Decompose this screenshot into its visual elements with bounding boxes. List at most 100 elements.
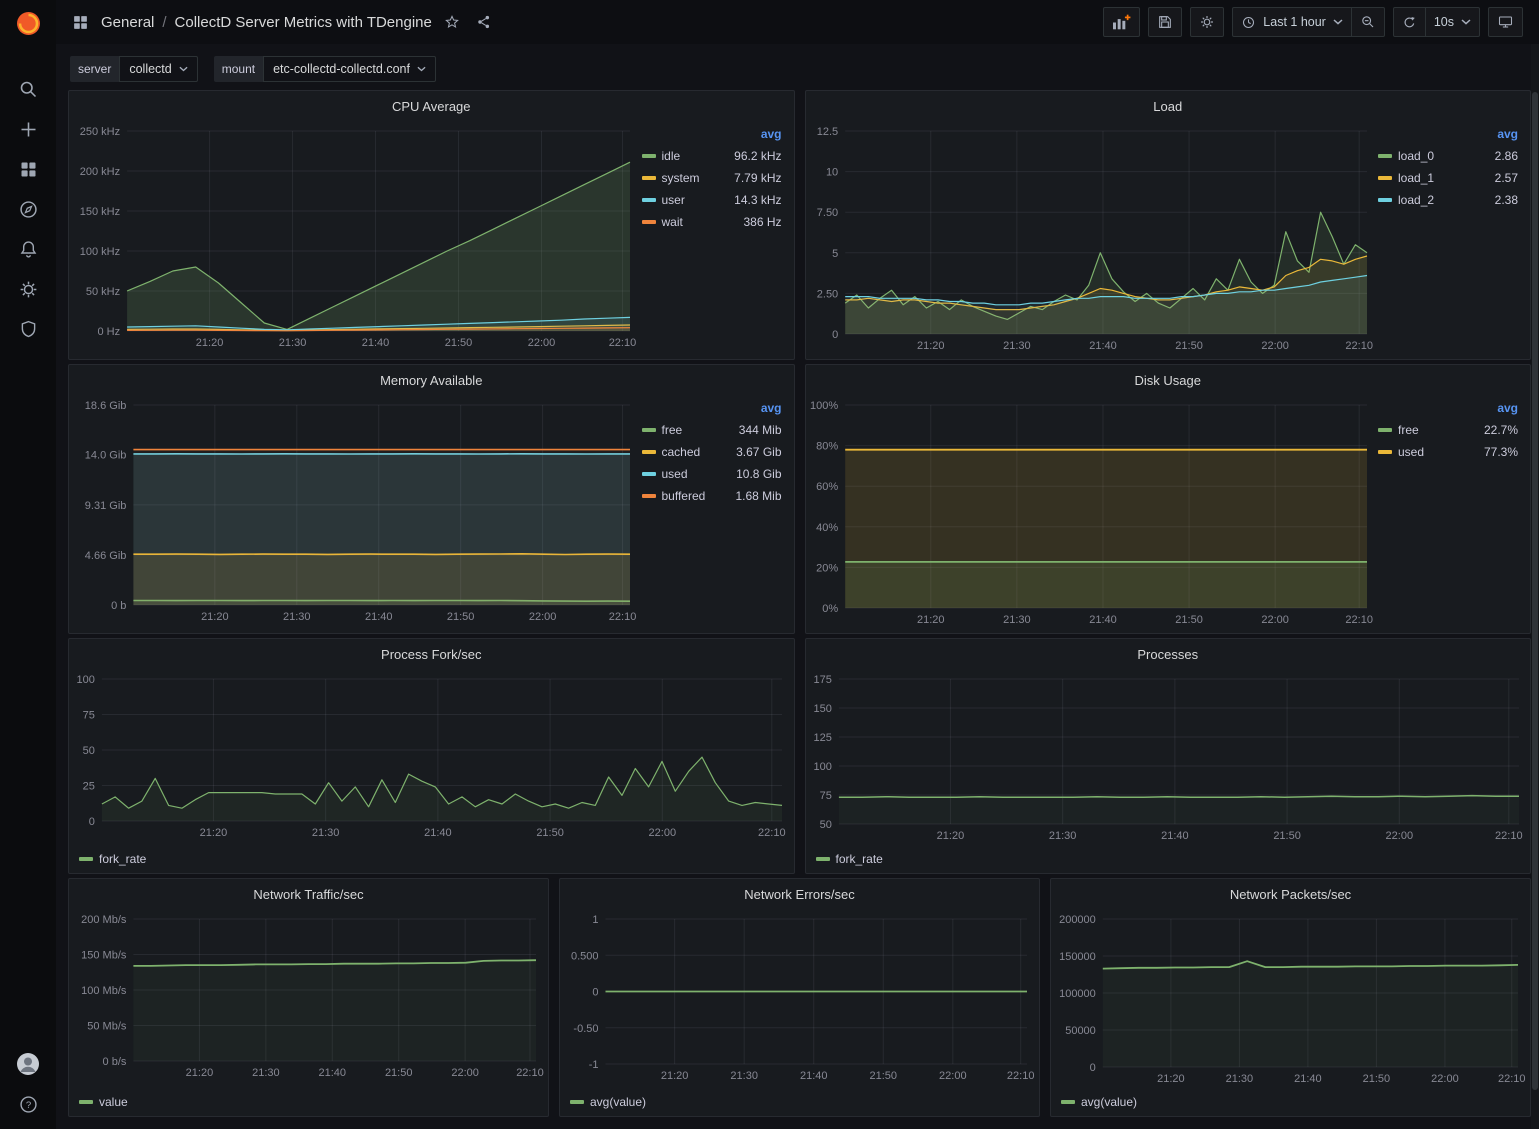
time-series-chart[interactable]: 507510012515017521:2021:3021:4021:5022:0…: [806, 669, 1531, 849]
legend-item[interactable]: load_0 2.86: [1378, 149, 1518, 163]
time-series-chart[interactable]: -1-0.5000.500121:2021:3021:4021:5022:002…: [560, 909, 1039, 1092]
series-name[interactable]: used: [1398, 445, 1424, 459]
series-name[interactable]: cached: [662, 445, 701, 459]
svg-text:80%: 80%: [816, 441, 838, 453]
legend-item[interactable]: buffered1.68 Mib: [642, 489, 782, 503]
explore-compass-icon[interactable]: [8, 194, 48, 224]
series-name[interactable]: load_2: [1398, 193, 1434, 207]
series-name[interactable]: free: [662, 423, 683, 437]
series-name[interactable]: value: [99, 1095, 128, 1109]
series-name[interactable]: buffered: [662, 489, 706, 503]
variable-value-dropdown[interactable]: collectd: [119, 56, 197, 82]
legend-item[interactable]: avg(value): [1061, 1095, 1137, 1109]
zoom-out-button[interactable]: [1351, 7, 1385, 37]
panel-title[interactable]: Memory Available: [69, 365, 794, 395]
series-color-dash: [1378, 176, 1392, 180]
dashboard-settings-button[interactable]: [1190, 7, 1224, 37]
time-series-chart[interactable]: 0 b4.66 Gib9.31 Gib14.0 Gib18.6 Gib21:20…: [69, 395, 642, 633]
user-avatar[interactable]: [8, 1049, 48, 1079]
page-scrollbar[interactable]: [1531, 44, 1539, 1129]
svg-text:21:20: 21:20: [200, 827, 228, 839]
legend-item[interactable]: idle 96.2 kHz: [642, 149, 782, 163]
create-plus-icon[interactable]: [8, 114, 48, 144]
cycle-view-button[interactable]: [1488, 7, 1523, 37]
time-series-chart[interactable]: 0%20%40%60%80%100%21:2021:3021:4021:5022…: [806, 395, 1379, 633]
series-name[interactable]: wait: [662, 215, 683, 229]
series-avg-value: 14.3 kHz: [734, 193, 781, 207]
refresh-interval-dropdown[interactable]: 10s: [1425, 7, 1480, 37]
dashboards-icon[interactable]: [8, 154, 48, 184]
time-series-chart[interactable]: 05000010000015000020000021:2021:3021:402…: [1051, 909, 1530, 1092]
svg-text:21:30: 21:30: [252, 1067, 280, 1079]
svg-text:21:40: 21:40: [1294, 1073, 1322, 1085]
series-name[interactable]: avg(value): [1081, 1095, 1137, 1109]
series-name[interactable]: load_1: [1398, 171, 1434, 185]
time-series-chart[interactable]: 025507510021:2021:3021:4021:5022:0022:10: [69, 669, 794, 849]
series-name[interactable]: idle: [662, 149, 681, 163]
legend-item[interactable]: fork_rate: [79, 852, 146, 866]
save-dashboard-button[interactable]: [1148, 7, 1182, 37]
svg-text:0 Hz: 0 Hz: [97, 326, 120, 338]
legend-item[interactable]: free 344 Mib: [642, 423, 782, 437]
svg-text:50 kHz: 50 kHz: [86, 286, 120, 298]
alerting-bell-icon[interactable]: [8, 234, 48, 264]
configuration-gear-icon[interactable]: [8, 274, 48, 304]
series-avg-value: 2.86: [1495, 149, 1518, 163]
scrollbar-thumb[interactable]: [1532, 92, 1538, 1090]
legend-item[interactable]: system7.79 kHz: [642, 171, 782, 185]
breadcrumb-dashboards-icon[interactable]: [68, 12, 93, 33]
panel-title[interactable]: Processes: [806, 639, 1531, 669]
grafana-logo[interactable]: [15, 10, 42, 40]
time-controls-group: Last 1 hour: [1232, 7, 1385, 37]
panel-title[interactable]: Network Packets/sec: [1051, 879, 1530, 909]
panel-title[interactable]: Network Errors/sec: [560, 879, 1039, 909]
series-name[interactable]: load_0: [1398, 149, 1434, 163]
legend-item[interactable]: used10.8 Gib: [642, 467, 782, 481]
time-series-chart[interactable]: 02.5057.501012.521:2021:3021:4021:5022:0…: [806, 121, 1379, 359]
svg-text:-0.50: -0.50: [573, 1023, 598, 1035]
star-icon[interactable]: [440, 12, 464, 32]
help-icon[interactable]: ?: [8, 1089, 48, 1119]
server-admin-shield-icon[interactable]: [8, 314, 48, 344]
series-color-dash: [1378, 428, 1392, 432]
refresh-button[interactable]: [1393, 7, 1426, 37]
series-avg-value: 96.2 kHz: [734, 149, 781, 163]
add-panel-button[interactable]: [1103, 7, 1140, 37]
legend-item[interactable]: fork_rate: [816, 852, 883, 866]
series-name[interactable]: used: [662, 467, 688, 481]
time-series-chart[interactable]: 0 b/s50 Mb/s100 Mb/s150 Mb/s200 Mb/s21:2…: [69, 909, 548, 1092]
legend-item[interactable]: avg(value): [570, 1095, 646, 1109]
search-icon[interactable]: [8, 74, 48, 104]
legend-item[interactable]: free22.7%: [1378, 423, 1518, 437]
panel-title[interactable]: Disk Usage: [806, 365, 1531, 395]
panel-title[interactable]: Load: [806, 91, 1531, 121]
variable-value-dropdown[interactable]: etc-collectd-collectd.conf: [263, 56, 436, 82]
time-series-chart[interactable]: 0 Hz50 kHz100 kHz150 kHz200 kHz250 kHz21…: [69, 121, 642, 359]
series-avg-value: 77.3%: [1484, 445, 1518, 459]
legend-item[interactable]: wait386 Hz: [642, 215, 782, 229]
panel-title[interactable]: Network Traffic/sec: [69, 879, 548, 909]
panel-title[interactable]: Process Fork/sec: [69, 639, 794, 669]
panel-title[interactable]: CPU Average: [69, 91, 794, 121]
sidebar-nav: [8, 74, 48, 344]
svg-text:21:20: 21:20: [661, 1070, 689, 1082]
series-name[interactable]: fork_rate: [836, 852, 883, 866]
legend-item[interactable]: cached3.67 Gib: [642, 445, 782, 459]
template-variables-bar: server collectd mount etc-collectd-colle…: [56, 44, 1539, 88]
series-name[interactable]: system: [662, 171, 700, 185]
share-icon[interactable]: [472, 12, 496, 32]
series-avg-value: 344 Mib: [739, 423, 782, 437]
legend-item[interactable]: load_22.38: [1378, 193, 1518, 207]
svg-text:22:00: 22:00: [1261, 614, 1289, 626]
series-name[interactable]: fork_rate: [99, 852, 146, 866]
svg-text:21:50: 21:50: [447, 611, 475, 623]
legend-item[interactable]: used 77.3%: [1378, 445, 1518, 459]
breadcrumb-section[interactable]: General: [101, 14, 154, 31]
legend-item[interactable]: user 14.3 kHz: [642, 193, 782, 207]
legend-item[interactable]: value: [79, 1095, 128, 1109]
legend-item[interactable]: load_12.57: [1378, 171, 1518, 185]
series-name[interactable]: user: [662, 193, 685, 207]
series-name[interactable]: avg(value): [590, 1095, 646, 1109]
series-name[interactable]: free: [1398, 423, 1419, 437]
time-picker-button[interactable]: Last 1 hour: [1232, 7, 1352, 37]
